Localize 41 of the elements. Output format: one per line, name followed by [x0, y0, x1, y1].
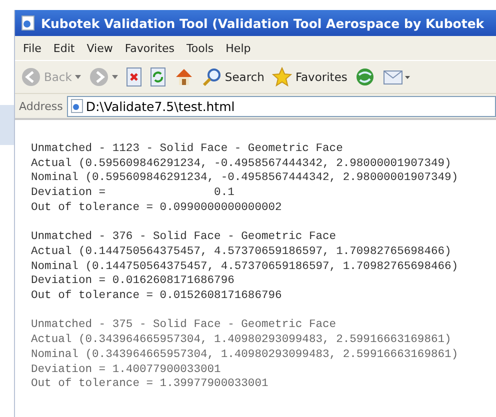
- menu-item[interactable]: Tools: [186, 42, 214, 54]
- report-heading: Unmatched - 376 - Solid Face - Geometric Face: [31, 230, 338, 245]
- refresh-icon: [150, 67, 166, 87]
- stop-button[interactable]: [126, 67, 142, 87]
- caret-icon: [74, 75, 81, 79]
- report-line: Nominal (0.144750564375457, 4.57370659186597, 1.70982765698466): [31, 260, 460, 274]
- menu-item[interactable]: Favorites: [124, 42, 175, 54]
- page-icon: [21, 15, 35, 31]
- report-line: Deviation = 0.1: [31, 186, 236, 201]
- search-button[interactable]: Search: [202, 67, 264, 87]
- report-line: Deviation = 1.40077900033001: [31, 362, 222, 378]
- report-heading: Unmatched - 1123 - Solid Face - Geometric Face: [31, 142, 344, 157]
- menu-item[interactable]: Edit: [53, 42, 75, 54]
- menu-item[interactable]: File: [23, 42, 42, 54]
- report-line: Actual (0.144750564375457, 4.57370659186597, 1.70982765698466): [31, 244, 452, 260]
- star-icon: [272, 67, 292, 87]
- report-line: Out of tolerance = 0.0152608171686796: [31, 289, 283, 304]
- report-line: Nominal (0.343964665957304, 1.40980293099483, 2.59916663169861): [31, 348, 460, 363]
- report-heading: Unmatched - 375 - Solid Face - Geometric Face: [31, 318, 338, 334]
- stop-icon: [126, 67, 142, 87]
- report-line: Deviation = 0.0162608171686796: [31, 274, 236, 290]
- background-window-edge: [0, 105, 14, 145]
- menu-item[interactable]: Help: [226, 42, 251, 54]
- caret-icon: [112, 75, 118, 79]
- search-icon: [202, 67, 222, 87]
- report-line: Out of tolerance = 0.0990000000000002: [31, 200, 283, 216]
- favorites-button[interactable]: Favorites: [272, 67, 348, 87]
- window-title: Kubotek Validation Tool (Validation Tool Aerospace by Kubotek: [41, 16, 484, 30]
- report-line: Actual (0.595609846291234, -0.4958567444342, 2.98000001907349): [31, 156, 452, 172]
- media-button[interactable]: [355, 67, 376, 87]
- home-button[interactable]: [174, 67, 194, 87]
- page-icon: [70, 99, 83, 113]
- globe-icon: [355, 67, 376, 87]
- address-field[interactable]: D:\Validate7.5\test.html: [66, 96, 496, 116]
- address-label: Address: [19, 100, 63, 112]
- house-icon: [174, 67, 194, 87]
- report-line: Nominal (0.595609846291234, -0.4958567444342, 2.98000001907349): [31, 171, 460, 186]
- menu-item[interactable]: View: [86, 42, 113, 54]
- refresh-button[interactable]: [150, 67, 166, 87]
- report-line: Out of tolerance = 1.39977900033001: [31, 377, 270, 392]
- report-line: Actual (0.343964665957304, 1.40980293099483, 2.59916663169861): [31, 333, 452, 348]
